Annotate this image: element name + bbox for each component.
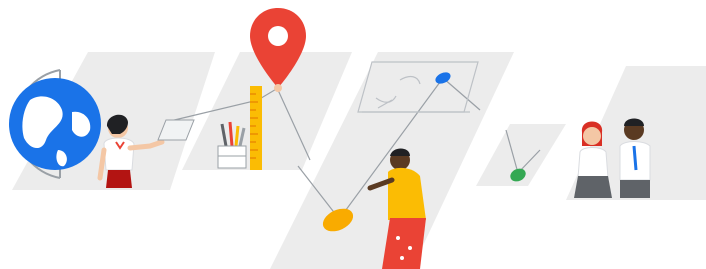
ruler-icon [250,86,262,170]
education-journey-illustration [9,8,706,269]
illustration [0,0,706,269]
